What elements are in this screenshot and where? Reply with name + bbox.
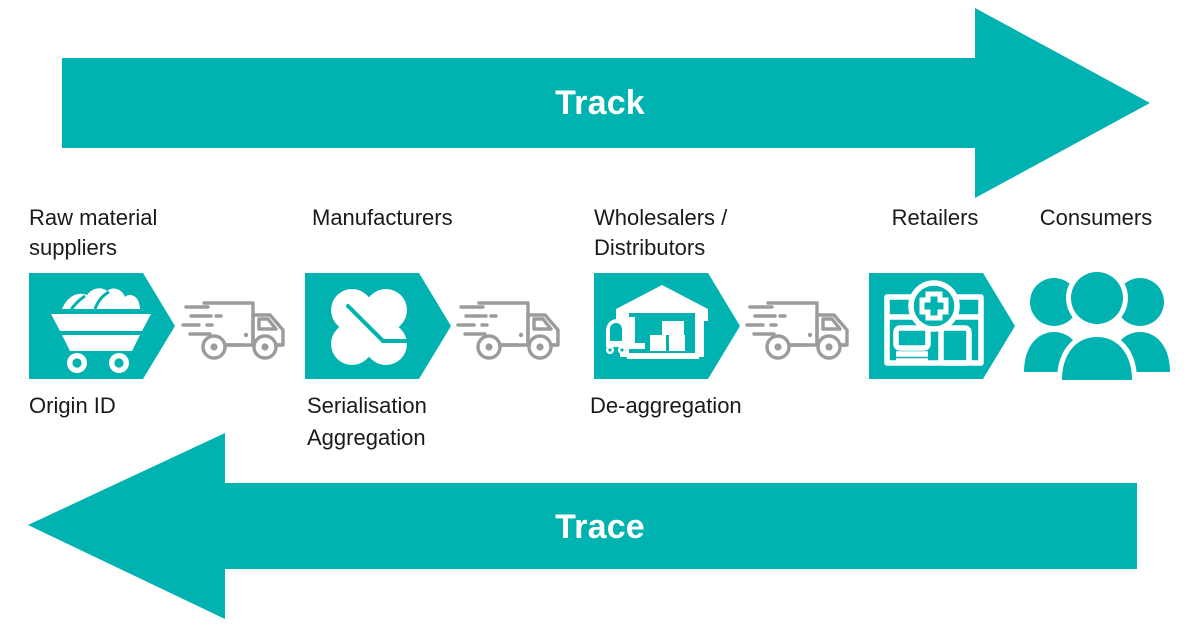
- delivery-truck-icon: [744, 285, 852, 369]
- trace-arrow-label: Trace: [555, 508, 645, 546]
- people-group-icon: [1022, 272, 1172, 382]
- stage-label-wholesalers-distributors: Wholesalers / Distributors: [594, 205, 728, 260]
- delivery-truck-icon: [180, 285, 288, 369]
- supply-chain-diagram: Track Raw material suppliers Origin ID M…: [0, 0, 1200, 627]
- delivery-truck-icon: [455, 285, 563, 369]
- stage-label-consumers: Consumers: [1039, 205, 1153, 230]
- mine-cart-icon: [29, 273, 175, 379]
- track-arrow-label: Track: [555, 84, 645, 122]
- stage-label-retailers: Retailers: [891, 205, 979, 230]
- capsules-icon: [305, 273, 451, 379]
- warehouse-icon: [594, 273, 740, 379]
- stage-sublabel-origin-id: Origin ID: [29, 393, 116, 418]
- stage-sublabel-de-aggregation: De-aggregation: [590, 393, 742, 418]
- stage-label-manufacturers: Manufacturers: [312, 205, 453, 230]
- stage-label-raw-material-suppliers: Raw material suppliers: [29, 205, 158, 260]
- pharmacy-icon: [869, 273, 1015, 379]
